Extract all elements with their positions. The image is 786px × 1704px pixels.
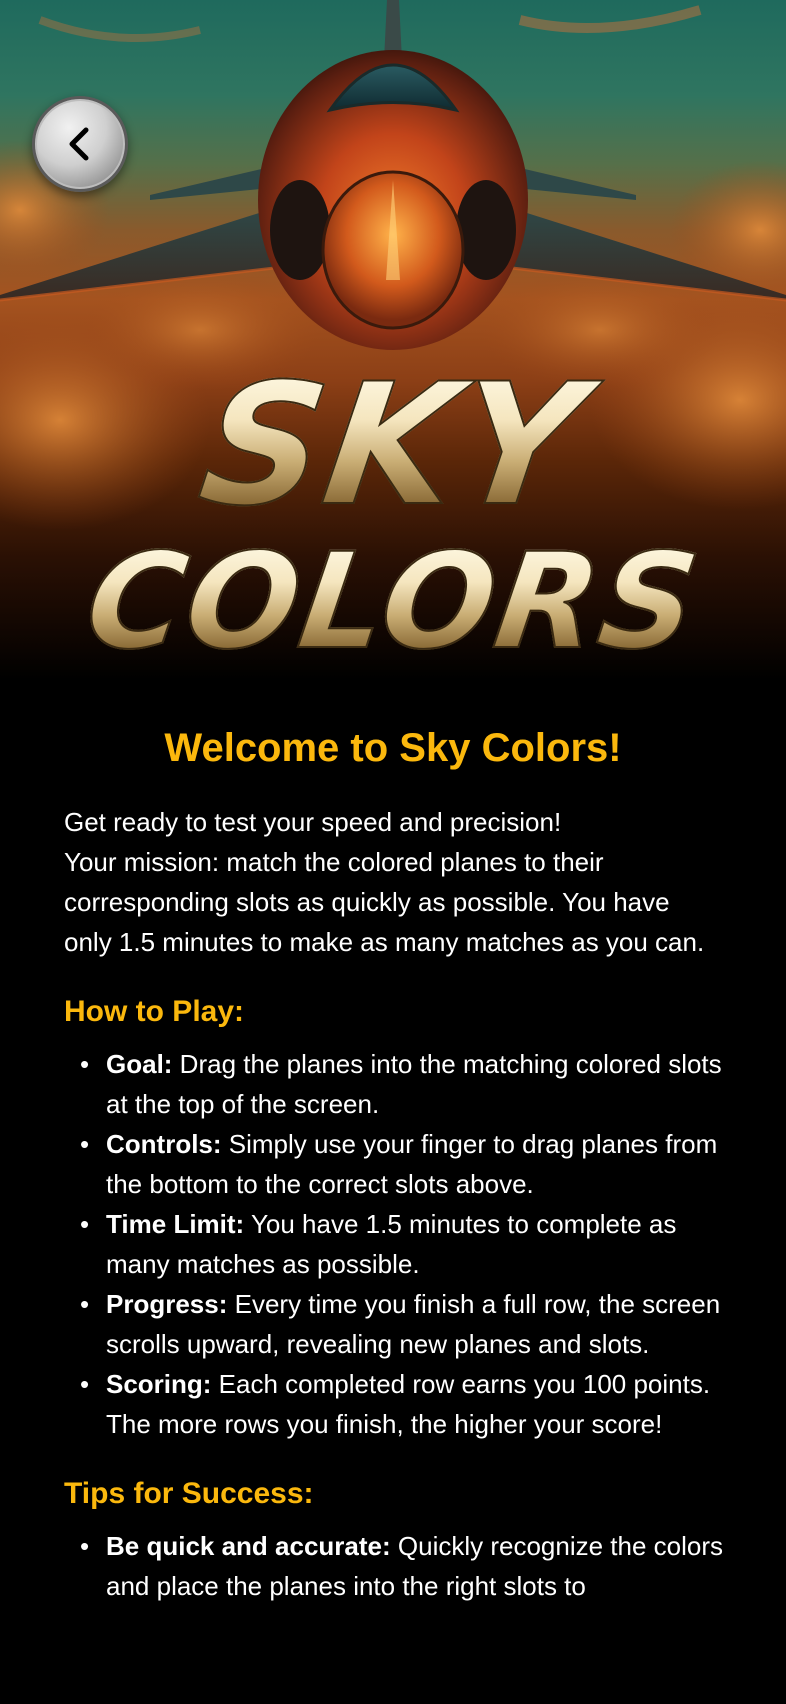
logo-sky: SKY	[0, 346, 786, 544]
list-item-time-limit: Time Limit: You have 1.5 minutes to comp…	[64, 1204, 724, 1284]
list-item-controls: Controls: Simply use your finger to drag…	[64, 1124, 724, 1204]
list-item-goal: Goal: Drag the planes into the matching …	[64, 1044, 724, 1124]
list-item-label: Goal:	[106, 1049, 173, 1079]
how-to-play-list: Goal: Drag the planes into the matching …	[64, 1044, 724, 1444]
tips-heading: Tips for Success:	[64, 1477, 314, 1510]
list-item-label: Scoring:	[106, 1369, 212, 1399]
chevron-left-icon	[69, 127, 89, 161]
intro-line-1: Get ready to test your speed and precisi…	[64, 807, 562, 837]
logo-colors: COLORS	[0, 524, 786, 680]
page: SKY COLORS Welcome to Sky Colors! Get re…	[0, 0, 786, 1704]
how-to-play-heading: How to Play:	[64, 995, 245, 1028]
list-item-scoring: Scoring: Each completed row earns you 10…	[64, 1364, 724, 1444]
list-item-progress: Progress: Every time you finish a full r…	[64, 1284, 724, 1364]
back-button[interactable]	[32, 96, 128, 192]
list-item-label: Be quick and accurate:	[106, 1531, 391, 1561]
list-item-text: Drag the planes into the matching colore…	[106, 1049, 722, 1119]
page-title: Welcome to Sky Colors!	[164, 726, 622, 770]
rules-content: Welcome to Sky Colors! Get ready to test…	[64, 720, 724, 1606]
list-item-label: Time Limit:	[106, 1209, 245, 1239]
tips-list: Be quick and accurate: Quickly recognize…	[64, 1526, 724, 1606]
list-item-tip-quick: Be quick and accurate: Quickly recognize…	[64, 1526, 724, 1606]
list-item-label: Progress:	[106, 1289, 228, 1319]
hero-banner: SKY COLORS	[0, 0, 786, 680]
list-item-label: Controls:	[106, 1129, 222, 1159]
intro-text: Get ready to test your speed and precisi…	[64, 802, 724, 962]
intro-line-2: Your mission: match the colored planes t…	[64, 847, 705, 957]
